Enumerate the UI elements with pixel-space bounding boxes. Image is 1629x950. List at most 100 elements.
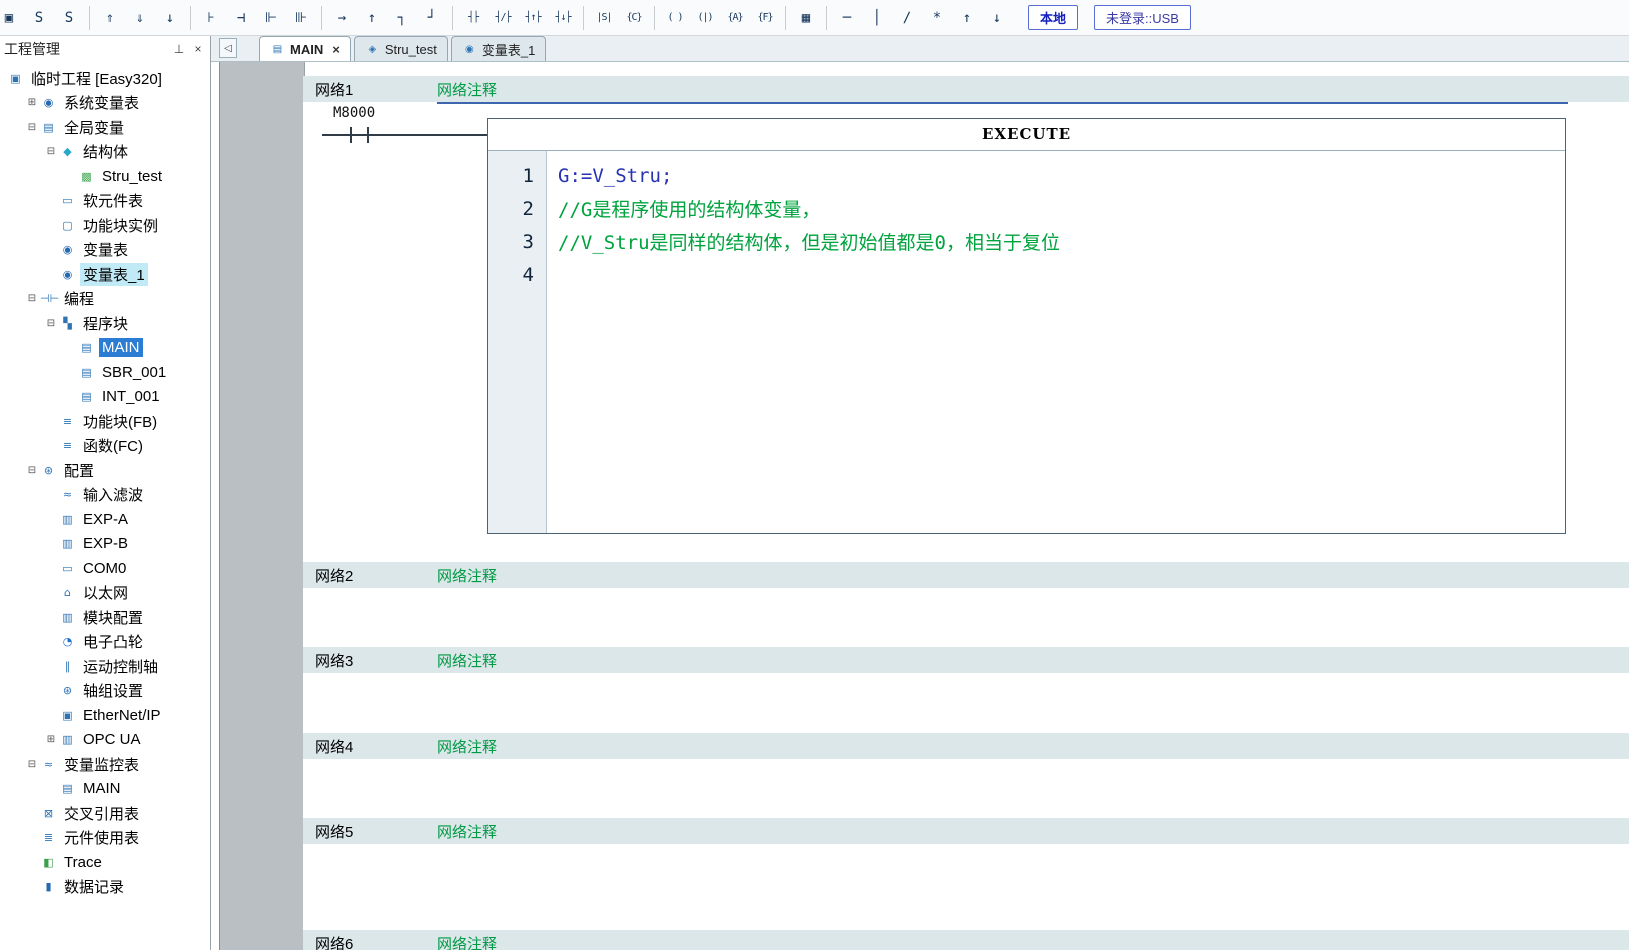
tree-item-struct-group[interactable]: ⊟◆结构体	[0, 140, 210, 165]
tree-item-exp-b[interactable]: ▥EXP-B	[0, 532, 210, 557]
tree-item-element-usage-table[interactable]: ≣元件使用表	[0, 826, 210, 851]
network-header[interactable]: 网络5网络注释	[303, 818, 1629, 844]
draw-pen-icon[interactable]: ∕	[892, 5, 922, 31]
coil-f-icon[interactable]: {F}	[750, 5, 780, 31]
expander-icon[interactable]: ⊟	[25, 293, 39, 304]
coil-reset-icon[interactable]: {C}	[619, 5, 649, 31]
expander-icon[interactable]: ⊟	[25, 122, 39, 133]
network-comment[interactable]: 网络注释	[437, 933, 497, 950]
tree-item-config[interactable]: ⊟⊛配置	[0, 458, 210, 483]
coil-out-icon[interactable]: ( )	[660, 5, 690, 31]
tree-item-fb-instances[interactable]: ▢功能块实例	[0, 213, 210, 238]
tree-item-program-blocks[interactable]: ⊟▚程序块	[0, 311, 210, 336]
expander-icon[interactable]: ⊞	[25, 97, 39, 108]
tree-item-int-001[interactable]: ▤INT_001	[0, 385, 210, 410]
contact-closed-icon[interactable]: ┤/├	[488, 5, 518, 31]
network-header[interactable]: 网络3网络注释	[303, 647, 1629, 673]
expander-icon[interactable]: ⊟	[25, 759, 39, 770]
network-comment[interactable]: 网络注释	[437, 821, 497, 842]
delete-row-icon[interactable]: ↓	[155, 5, 185, 31]
tree-item-global-vars[interactable]: ⊟▤全局变量	[0, 115, 210, 140]
insert-cell-icon[interactable]: ⊦	[196, 5, 226, 31]
insert-row-below-icon[interactable]: ⇓	[125, 5, 155, 31]
contact-open-icon[interactable]: ┤├	[458, 5, 488, 31]
pin-icon[interactable]: ⊥	[171, 41, 187, 57]
int-block-icon[interactable]: S	[54, 5, 84, 31]
network-body[interactable]	[303, 844, 1629, 930]
network-comment[interactable]: 网络注释	[437, 79, 497, 100]
tab-vartable-1[interactable]: ◉变量表_1	[451, 36, 546, 61]
move-up-icon[interactable]: ↑	[952, 5, 982, 31]
contact-symbol[interactable]	[350, 127, 352, 143]
network-body[interactable]	[303, 588, 1629, 647]
network-comment[interactable]: 网络注释	[437, 736, 497, 757]
tab-scroll-left-button[interactable]: ◁	[219, 38, 237, 58]
delete-column-icon[interactable]: ⊪	[286, 5, 316, 31]
tab-stru-test[interactable]: ◈Stru_test	[354, 36, 448, 61]
draw-wire-right-icon[interactable]: →	[327, 5, 357, 31]
contact-symbol[interactable]	[367, 127, 369, 143]
sbr-block-icon[interactable]: S	[24, 5, 54, 31]
tree-item-input-filter[interactable]: ≈输入滤波	[0, 483, 210, 508]
network-body[interactable]	[303, 759, 1629, 818]
coil-not-icon[interactable]: (|)	[690, 5, 720, 31]
network-header[interactable]: 网络6网络注释	[303, 930, 1629, 950]
tree-item-system-var-table[interactable]: ⊞◉系统变量表	[0, 91, 210, 116]
tree-item-temp-project[interactable]: ▣临时工程 [Easy320]	[0, 66, 210, 91]
login-status-button[interactable]: 未登录::USB	[1094, 5, 1191, 30]
draw-corner-right-icon[interactable]: ┐	[387, 5, 417, 31]
network-body[interactable]: M8000EXECUTE1G:=V_Stru;2//G是程序使用的结构体变量，3…	[303, 102, 1629, 562]
draw-hline-icon[interactable]: ─	[832, 5, 862, 31]
tree-item-programming[interactable]: ⊟⊣⊢编程	[0, 287, 210, 312]
tree-item-functions-fc[interactable]: ≡函数(FC)	[0, 434, 210, 459]
tree-item-electronic-cam[interactable]: ◔电子凸轮	[0, 630, 210, 655]
tree-item-var-table[interactable]: ◉变量表	[0, 238, 210, 263]
draw-corner-down-icon[interactable]: ┘	[417, 5, 447, 31]
network-header[interactable]: 网络1网络注释	[303, 76, 1629, 102]
tree-item-sbr-001[interactable]: ▤SBR_001	[0, 360, 210, 385]
tree-item-ethernet-ip[interactable]: ▣EtherNet/IP	[0, 703, 210, 728]
network-comment[interactable]: 网络注释	[437, 650, 497, 671]
contact-falling-icon[interactable]: ┤↓├	[548, 5, 578, 31]
tree-item-exp-a[interactable]: ▥EXP-A	[0, 507, 210, 532]
tree-item-var-table-1[interactable]: ◉变量表_1	[0, 262, 210, 287]
draw-vline-icon[interactable]: │	[862, 5, 892, 31]
network-header[interactable]: 网络4网络注释	[303, 733, 1629, 759]
network-comment[interactable]: 网络注释	[437, 565, 497, 586]
network-body[interactable]	[303, 673, 1629, 733]
tree-item-data-record[interactable]: ▮数据记录	[0, 875, 210, 900]
st-code-area[interactable]: 1G:=V_Stru;2//G是程序使用的结构体变量，3//V_Stru是同样的…	[488, 150, 1565, 533]
tree-item-cross-ref-table[interactable]: ⊠交叉引用表	[0, 801, 210, 826]
delete-cell-icon[interactable]: ⊣	[226, 5, 256, 31]
execute-block[interactable]: EXECUTE1G:=V_Stru;2//G是程序使用的结构体变量，3//V_S…	[487, 118, 1566, 534]
tree-item-var-monitor-table[interactable]: ⊟≈变量监控表	[0, 752, 210, 777]
tree-item-motion-axis[interactable]: ∥运动控制轴	[0, 654, 210, 679]
tree-item-soft-element-table[interactable]: ▭软元件表	[0, 189, 210, 214]
tree-item-com0[interactable]: ▭COM0	[0, 556, 210, 581]
insert-row-above-icon[interactable]: ⇑	[95, 5, 125, 31]
tab-close-icon[interactable]: ×	[332, 42, 340, 57]
expander-icon[interactable]: ⊟	[25, 465, 39, 476]
instruction-list-icon[interactable]: ▦	[791, 5, 821, 31]
coil-a-icon[interactable]: {A}	[720, 5, 750, 31]
coil-set-icon[interactable]: |S|	[589, 5, 619, 31]
close-icon[interactable]: ×	[190, 41, 206, 57]
contact-rising-icon[interactable]: ┤↑├	[518, 5, 548, 31]
move-down-icon[interactable]: ↓	[982, 5, 1012, 31]
tree-item-stru-test[interactable]: ▩Stru_test	[0, 164, 210, 189]
tab-main[interactable]: ▤MAIN×	[259, 36, 351, 61]
insert-column-icon[interactable]: ⊩	[256, 5, 286, 31]
local-mode-button[interactable]: 本地	[1028, 5, 1078, 30]
tree-item-ethernet[interactable]: ⌂以太网	[0, 581, 210, 606]
draw-wire-up-icon[interactable]: ↑	[357, 5, 387, 31]
tree-item-module-config[interactable]: ▥模块配置	[0, 605, 210, 630]
erase-line-icon[interactable]: *	[922, 5, 952, 31]
tree-item-function-blocks-fb[interactable]: ≡功能块(FB)	[0, 409, 210, 434]
ladder-canvas[interactable]: 网络1网络注释M8000EXECUTE1G:=V_Stru;2//G是程序使用的…	[303, 62, 1629, 950]
tree-item-axis-group-settings[interactable]: ⊛轴组设置	[0, 679, 210, 704]
program-block-icon[interactable]: ▣	[0, 5, 24, 31]
expander-icon[interactable]: ⊟	[44, 318, 58, 329]
tree-item-var-monitor-main[interactable]: ▤MAIN	[0, 777, 210, 802]
expander-icon[interactable]: ⊟	[44, 146, 58, 157]
tree-item-opc-ua[interactable]: ⊞▥OPC UA	[0, 728, 210, 753]
